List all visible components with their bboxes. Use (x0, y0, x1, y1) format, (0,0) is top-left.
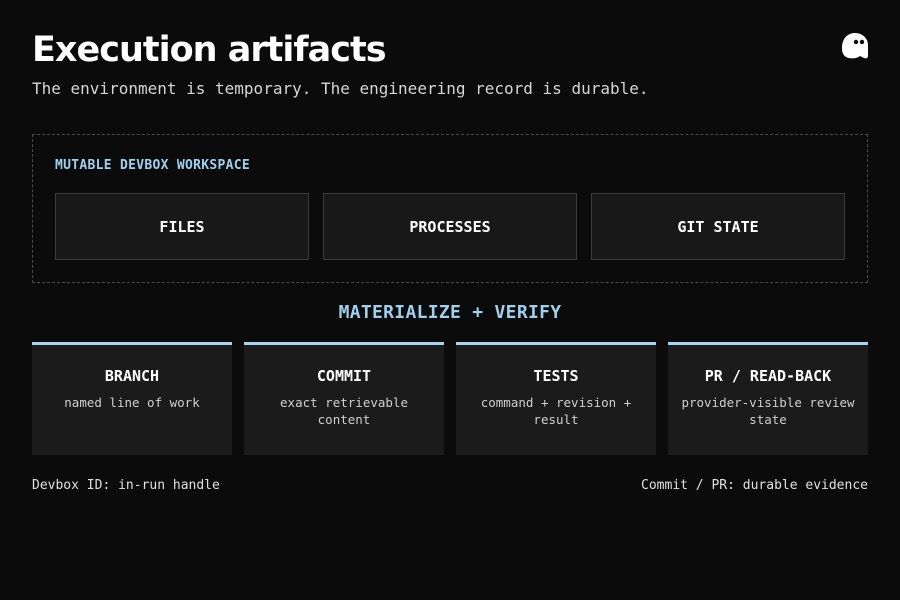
artifact-card-pr-read-back: PR / READ-BACK provider-visible review s… (668, 342, 868, 455)
artifact-description: named line of work (64, 395, 200, 410)
artifact-title: PR / READ-BACK (704, 367, 832, 385)
artifact-title: BRANCH (104, 367, 160, 385)
workspace-label: MUTABLE DEVBOX WORKSPACE (55, 158, 251, 173)
artifact-description: exact retrievable content (280, 395, 408, 427)
workspace-item-git-state: GIT STATE (591, 193, 845, 260)
artifact-title: COMMIT (316, 367, 372, 385)
artifact-title: TESTS (533, 367, 579, 385)
workspace-item-processes: PROCESSES (323, 193, 577, 260)
artifact-card-tests: TESTS command + revision + result (456, 342, 656, 455)
page-subtitle: The environment is temporary. The engine… (32, 79, 649, 98)
footer-devbox-id: Devbox ID: in-run handle (32, 478, 220, 493)
ghost-logo-icon (842, 33, 868, 59)
devbox-workspace-panel: MUTABLE DEVBOX WORKSPACE FILES PROCESSES… (32, 134, 868, 283)
page-title: Execution artifacts (32, 30, 387, 70)
artifact-description: provider-visible review state (681, 395, 855, 427)
artifact-card-branch: BRANCH named line of work (32, 342, 232, 455)
workspace-item-files: FILES (55, 193, 309, 260)
artifact-card-commit: COMMIT exact retrievable content (244, 342, 444, 455)
footer-commit-pr: Commit / PR: durable evidence (641, 478, 868, 493)
artifact-description: command + revision + result (480, 395, 632, 427)
materialize-verify-label: MATERIALIZE + VERIFY (338, 302, 562, 323)
